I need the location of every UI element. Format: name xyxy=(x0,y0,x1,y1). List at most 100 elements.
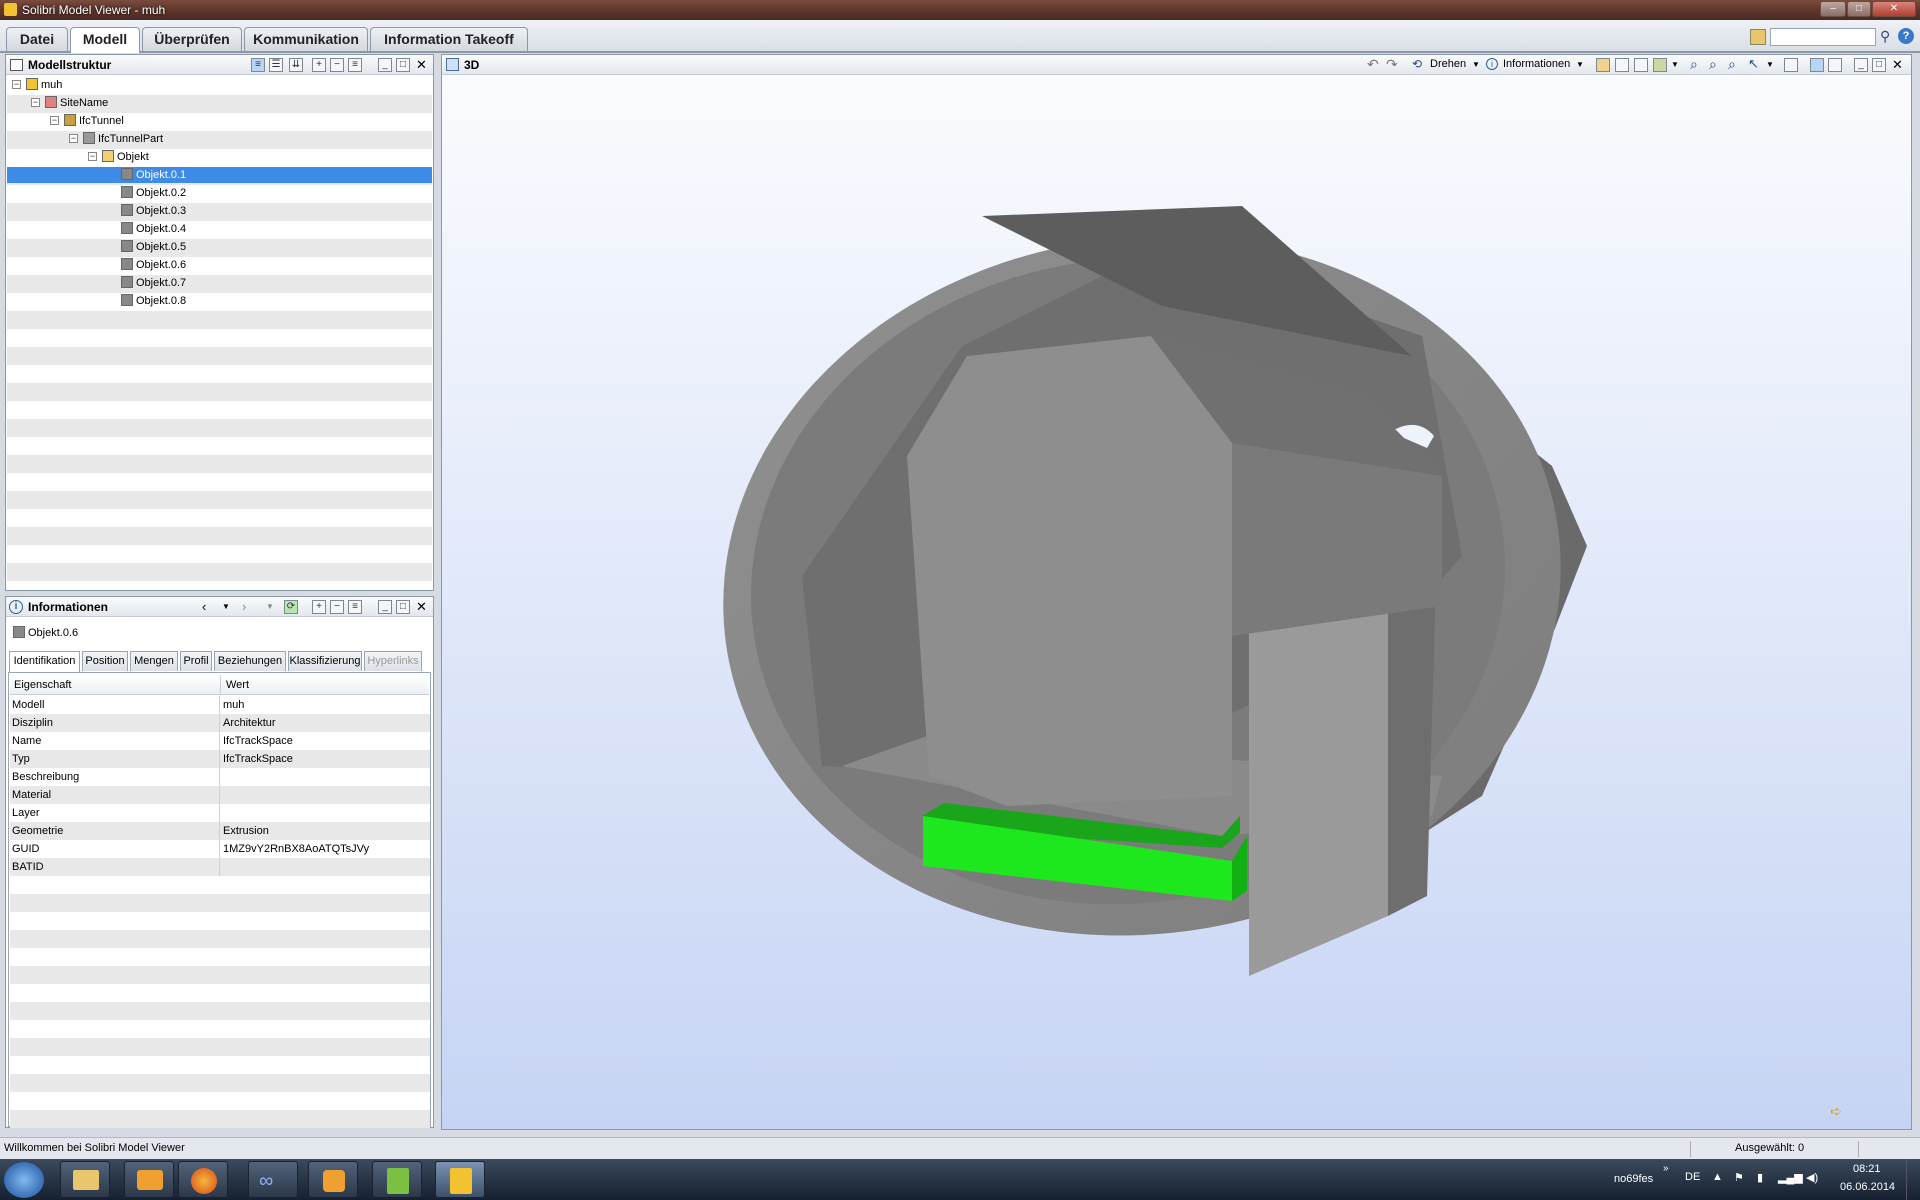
table-row[interactable]: Layer xyxy=(10,804,430,822)
back-icon[interactable]: ‹ xyxy=(202,599,206,614)
table-row[interactable]: Material xyxy=(10,786,430,804)
maximize-panel-icon[interactable]: □ xyxy=(396,600,410,614)
table-row[interactable]: GUID 1MZ9vY2RnBX8AoATQTsJVy xyxy=(10,840,430,858)
undo-icon[interactable]: ↶ xyxy=(1367,56,1379,73)
table-row[interactable]: Modell muh xyxy=(10,696,430,714)
tree-item[interactable]: Objekt.0.4 xyxy=(121,221,186,237)
maximize-panel-icon[interactable]: □ xyxy=(1872,58,1886,72)
tree-item[interactable]: Objekt.0.5 xyxy=(121,239,186,255)
tab-beziehungen[interactable]: Beziehungen xyxy=(214,651,286,671)
tab-profil[interactable]: Profil xyxy=(180,651,212,671)
solibri-taskbar-icon[interactable] xyxy=(435,1161,485,1198)
zoom-fit-icon[interactable]: ⌕ xyxy=(1690,56,1698,73)
columns-icon[interactable]: ≡ xyxy=(348,58,362,72)
tray-overflow-icon[interactable]: » xyxy=(1663,1163,1669,1174)
tree-expander-icon[interactable]: − xyxy=(31,98,40,107)
minimize-panel-icon[interactable]: _ xyxy=(378,58,392,72)
table-row[interactable] xyxy=(10,1056,430,1074)
table-row[interactable] xyxy=(10,1038,430,1056)
tab-information-takeoff[interactable]: Information Takeoff xyxy=(370,27,528,51)
view-side-icon[interactable] xyxy=(1634,58,1648,72)
filter-icon[interactable]: ⇊ xyxy=(289,58,303,72)
minimize-panel-icon[interactable]: _ xyxy=(1854,58,1868,72)
nav-arrow-icon[interactable]: ➪ xyxy=(1830,1104,1842,1120)
tab-identifikation[interactable]: Identifikation xyxy=(9,651,80,672)
maximize-button[interactable]: □ xyxy=(1847,1,1871,17)
expand-all-icon[interactable]: + xyxy=(312,600,326,614)
table-row[interactable] xyxy=(10,984,430,1002)
table-row[interactable] xyxy=(10,948,430,966)
tree-row[interactable] xyxy=(7,275,432,291)
info-dropdown-icon[interactable]: ▼ xyxy=(1576,60,1584,69)
tab-modell[interactable]: Modell xyxy=(70,27,140,53)
firefox-icon[interactable] xyxy=(178,1161,228,1198)
window-icon[interactable] xyxy=(1784,58,1798,72)
explorer-icon[interactable] xyxy=(60,1161,110,1198)
table-row[interactable]: Name IfcTrackSpace xyxy=(10,732,430,750)
binoculars-icon[interactable]: ⚲ xyxy=(1880,28,1890,45)
collapse-all-icon[interactable]: − xyxy=(330,58,344,72)
view-top-icon[interactable] xyxy=(1596,58,1610,72)
layout-icon[interactable] xyxy=(1750,29,1766,45)
expand-all-icon[interactable]: + xyxy=(312,58,326,72)
table-row[interactable]: BATID xyxy=(10,858,430,876)
action-center-icon[interactable]: ⚑ xyxy=(1734,1171,1744,1184)
tree-item[interactable]: Objekt.0.3 xyxy=(121,203,186,219)
measure-icon[interactable]: ↖ xyxy=(1748,56,1759,72)
layers-icon[interactable] xyxy=(1828,58,1842,72)
media-player-icon[interactable] xyxy=(308,1161,358,1198)
show-hidden-icons-icon[interactable]: ▲ xyxy=(1712,1171,1723,1183)
tree-row[interactable] xyxy=(7,293,432,309)
close-button[interactable]: ✕ xyxy=(1872,1,1916,17)
tree-view-icon[interactable]: ≡ xyxy=(251,58,265,72)
battery-icon[interactable]: ▮ xyxy=(1757,1171,1763,1184)
tree-item[interactable]: Objekt.0.6 xyxy=(121,257,186,273)
tree-row[interactable] xyxy=(7,203,432,219)
tray-language[interactable]: DE xyxy=(1685,1171,1700,1183)
tree-row[interactable] xyxy=(7,221,432,237)
start-button[interactable] xyxy=(4,1162,44,1198)
infinity-app-icon[interactable]: ∞ xyxy=(248,1161,298,1198)
back-dropdown-icon[interactable]: ▼ xyxy=(222,602,230,611)
tree-row[interactable] xyxy=(7,185,432,201)
volume-icon[interactable]: ◀) xyxy=(1806,1171,1818,1184)
tree-item[interactable]: IfcTunnelPart xyxy=(83,131,163,147)
outlook-icon[interactable] xyxy=(124,1161,174,1198)
rotate-dropdown-icon[interactable]: ▼ xyxy=(1472,60,1480,69)
tree-item[interactable]: SiteName xyxy=(45,95,108,111)
close-panel-icon[interactable]: ✕ xyxy=(416,599,427,615)
layout-toggle-icon[interactable] xyxy=(1810,58,1824,72)
zoom-out-icon[interactable]: ⌕ xyxy=(1728,56,1736,73)
redo-icon[interactable]: ↷ xyxy=(1386,56,1398,73)
tray-date[interactable]: 06.06.2014 xyxy=(1840,1181,1895,1193)
table-row[interactable]: Beschreibung xyxy=(10,768,430,786)
show-desktop-button[interactable] xyxy=(1906,1159,1920,1200)
forward-icon[interactable]: › xyxy=(242,599,246,614)
sync-selection-icon[interactable]: ⟳ xyxy=(284,600,298,614)
info-mode-icon[interactable]: i xyxy=(1486,58,1498,70)
table-row[interactable] xyxy=(10,930,430,948)
rotate-icon[interactable]: ⟲ xyxy=(1412,57,1422,71)
table-row[interactable] xyxy=(10,894,430,912)
tree-row[interactable] xyxy=(7,167,432,183)
close-panel-icon[interactable]: ✕ xyxy=(416,57,427,73)
tab-kommunikation[interactable]: Kommunikation xyxy=(244,27,368,51)
project-app-icon[interactable] xyxy=(372,1161,422,1198)
tree-expander-icon[interactable]: − xyxy=(88,152,97,161)
tab-datei[interactable]: Datei xyxy=(6,27,68,51)
table-row[interactable] xyxy=(10,1074,430,1092)
forward-dropdown-icon[interactable]: ▼ xyxy=(266,602,274,611)
info-mode-dropdown[interactable]: Informationen xyxy=(1503,58,1570,70)
collapse-all-icon[interactable]: − xyxy=(330,600,344,614)
table-row[interactable] xyxy=(10,912,430,930)
table-row[interactable]: Geometrie Extrusion xyxy=(10,822,430,840)
minimize-button[interactable]: – xyxy=(1820,1,1846,17)
tab-hyperlinks[interactable]: Hyperlinks xyxy=(364,651,422,671)
tree-item[interactable]: Objekt.0.7 xyxy=(121,275,186,291)
tab-mengen[interactable]: Mengen xyxy=(130,651,178,671)
tree-row[interactable] xyxy=(7,149,432,165)
3d-viewport[interactable]: ➪ xyxy=(442,76,1911,1129)
tree-item[interactable]: Objekt.0.1 xyxy=(121,167,186,183)
tree-item[interactable]: Objekt.0.2 xyxy=(121,185,186,201)
table-row[interactable] xyxy=(10,1110,430,1128)
